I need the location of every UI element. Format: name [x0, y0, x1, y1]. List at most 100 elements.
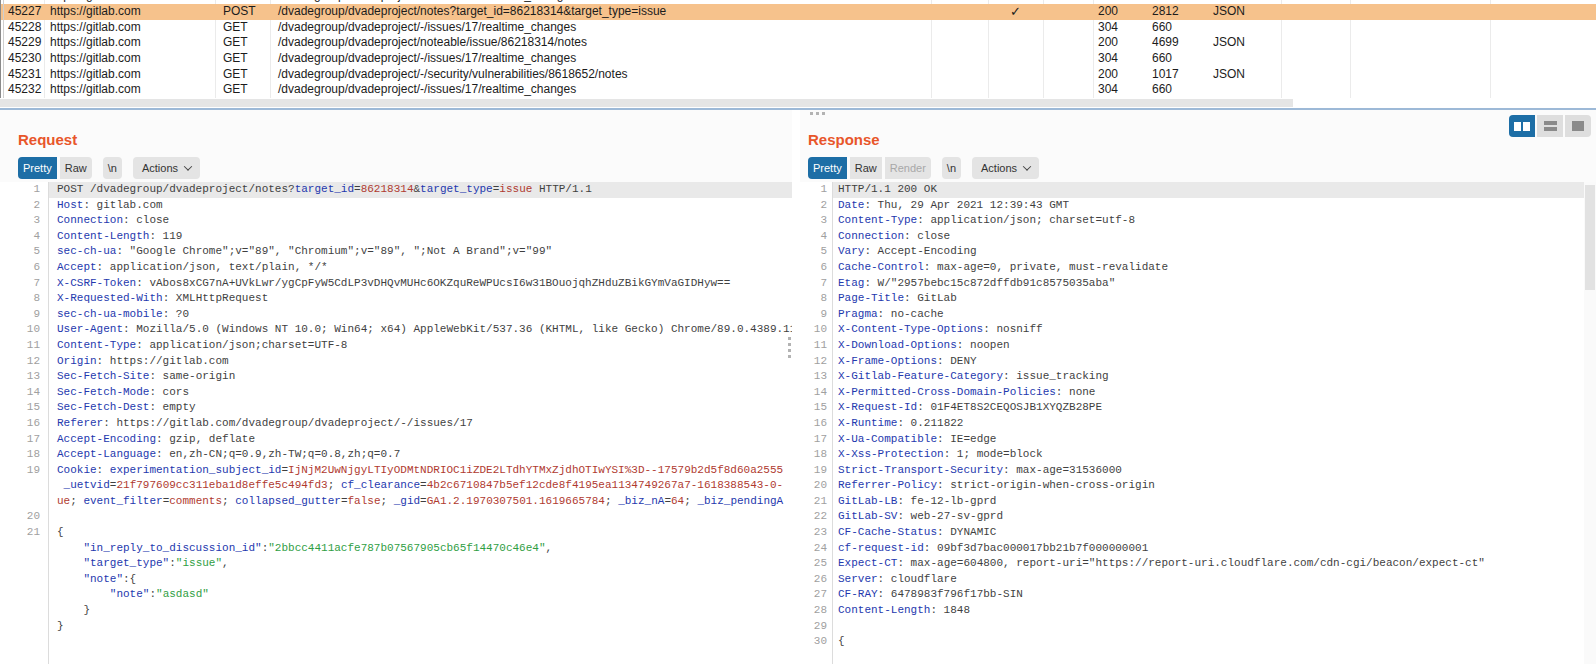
code-row: 21GitLab-LB: fe-12-lb-gprd: [800, 494, 1596, 510]
cell-length: 660: [1152, 20, 1172, 36]
cell-method: GET: [223, 20, 248, 36]
cell-id: 45229: [8, 35, 41, 51]
table-row[interactable]: 45227https://gitlab.comPOST/dvadegroup/d…: [0, 4, 1596, 20]
code-text: _uetvid=21f797609cc311eba1d8effe5c494fd3…: [57, 478, 783, 494]
table-row[interactable]: 45228https://gitlab.comGET/dvadegroup/dv…: [0, 20, 1596, 36]
response-tab-render[interactable]: Render: [885, 157, 931, 179]
cell-url: /dvadegroup/dvadeproject/notes?target_id…: [278, 4, 666, 20]
line-number: 1: [0, 182, 40, 198]
code-text: GitLab-LB: fe-12-lb-gprd: [838, 494, 996, 510]
code-text: "note":"asdasd": [57, 587, 209, 603]
line-number: 6: [0, 260, 40, 276]
code-text: X-Runtime: 0.211822: [838, 416, 963, 432]
splitter-drag-handle[interactable]: [810, 112, 830, 116]
cell-mime: JSON: [1213, 35, 1245, 51]
code-row: "note":"asdasd": [0, 587, 792, 603]
cell-host: https://gitlab.com: [50, 67, 141, 83]
cell-mime: JSON: [1213, 4, 1245, 20]
code-text: Expect-CT: max-age=604800, report-uri="h…: [838, 556, 1485, 572]
line-number: 3: [0, 213, 40, 229]
code-row: 8Page-Title: GitLab: [800, 291, 1596, 307]
code-text: sec-ch-ua: "Google Chrome";v="89", "Chro…: [57, 244, 552, 260]
cell-status: 200: [1098, 67, 1118, 83]
code-text: Connection: close: [838, 229, 950, 245]
line-number: 1: [800, 182, 827, 198]
code-row: "target_type":"issue",: [0, 556, 792, 572]
table-row[interactable]: 45232https://gitlab.comGET/dvadegroup/dv…: [0, 82, 1596, 98]
code-text: X-Requested-With: XMLHttpRequest: [57, 291, 268, 307]
code-text: Sec-Fetch-Site: same-origin: [57, 369, 235, 385]
code-row: 13Sec-Fetch-Site: same-origin: [0, 369, 792, 385]
request-tab-pretty[interactable]: Pretty: [18, 157, 57, 179]
code-row: 1HTTP/1.1 200 OK: [800, 182, 1596, 198]
line-number: 5: [800, 244, 827, 260]
line-number: 28: [800, 603, 827, 619]
chevron-down-icon: [184, 162, 192, 170]
code-text: {: [57, 525, 64, 541]
response-tab-newline[interactable]: \n: [942, 157, 961, 179]
response-tab-pretty[interactable]: Pretty: [808, 157, 847, 179]
line-number: 14: [0, 385, 40, 401]
table-row[interactable]: 45230https://gitlab.comGET/dvadegroup/dv…: [0, 51, 1596, 67]
layout-rows-button[interactable]: [1537, 115, 1563, 137]
code-text: Content-Type: application/json;charset=U…: [57, 338, 347, 354]
code-text: Etag: W/"2957bebc15c872dffdb91c8575035ab…: [838, 276, 1115, 292]
cell-url: /dvadegroup/dvadeproject/noteable/issue/…: [278, 35, 587, 51]
request-editor[interactable]: 1 POST /dvadegroup/dvadeproject/notes?tar…: [0, 182, 792, 664]
cell-url: /dvadegroup/dvadeproject/-/issues/17/rea…: [278, 20, 576, 36]
code-row: 10User-Agent: Mozilla/5.0 (Windows NT 10…: [0, 322, 792, 338]
code-row: 2Date: Thu, 29 Apr 2021 12:39:43 GMT: [800, 198, 1596, 214]
code-row: 15X-Request-Id: 01F4ET8S2CEQOSJB1XYQZB28…: [800, 400, 1596, 416]
line-number: 12: [800, 354, 827, 370]
request-actions-label: Actions: [142, 157, 178, 179]
request-tab-newline[interactable]: \n: [103, 157, 122, 179]
table-row[interactable]: 45229https://gitlab.comGET/dvadegroup/dv…: [0, 35, 1596, 51]
cell-method: POST: [223, 4, 256, 20]
code-text: Referer: https://gitlab.com/dvadegroup/d…: [57, 416, 473, 432]
layout-single-button[interactable]: [1565, 115, 1591, 137]
request-tab-raw[interactable]: Raw: [60, 157, 92, 179]
code-row: 28Content-Length: 1848: [800, 603, 1596, 619]
chevron-down-icon: [1023, 162, 1031, 170]
code-row: 1 POST /dvadegroup/dvadeproject/notes?tar…: [0, 182, 792, 198]
request-actions-button[interactable]: Actions: [133, 157, 200, 179]
line-number: 30: [800, 634, 827, 650]
line-number: 4: [800, 229, 827, 245]
code-row: 16Referer: https://gitlab.com/dvadegroup…: [0, 416, 792, 432]
line-number: 27: [800, 587, 827, 603]
code-row: 29: [800, 619, 1596, 635]
table-horizontal-scrollbar[interactable]: [0, 98, 1596, 108]
response-tab-raw[interactable]: Raw: [850, 157, 882, 179]
code-row: 21{: [0, 525, 792, 541]
code-text: CF-RAY: 6478983f796f17bb-SIN: [838, 587, 1023, 603]
layout-columns-button[interactable]: [1509, 115, 1535, 137]
line-number: 19: [0, 463, 40, 479]
line-number: 2: [800, 198, 827, 214]
code-row: 3Content-Type: application/json; charset…: [800, 213, 1596, 229]
line-number: 8: [800, 291, 827, 307]
line-number: 11: [800, 338, 827, 354]
code-row: 20: [0, 509, 792, 525]
code-row: 9Pragma: no-cache: [800, 307, 1596, 323]
response-actions-button[interactable]: Actions: [972, 157, 1039, 179]
code-row: 14X-Permitted-Cross-Domain-Policies: non…: [800, 385, 1596, 401]
line-number: 7: [0, 276, 40, 292]
line-number: 4: [0, 229, 40, 245]
table-row[interactable]: 45231https://gitlab.comGET/dvadegroup/dv…: [0, 67, 1596, 83]
scrollbar-thumb[interactable]: [1585, 185, 1595, 290]
scrollbar-thumb[interactable]: [0, 99, 1293, 107]
code-text: User-Agent: Mozilla/5.0 (Windows NT 10.0…: [57, 322, 792, 338]
code-text: POST /dvadegroup/dvadeproject/notes?targ…: [57, 182, 592, 198]
code-text: X-Download-Options: noopen: [838, 338, 1010, 354]
panel-splitter-drag-handle[interactable]: [788, 337, 791, 359]
cell-status: 304: [1098, 20, 1118, 36]
response-vertical-scrollbar[interactable]: [1584, 182, 1596, 664]
code-row: 17Accept-Encoding: gzip, deflate: [0, 432, 792, 448]
line-number: 29: [800, 619, 827, 635]
code-text: ue; event_filter=comments; collapsed_gut…: [57, 494, 783, 510]
line-number: 25: [800, 556, 827, 572]
code-text: Accept-Language: en,zh-CN;q=0.9,zh-TW;q=…: [57, 447, 400, 463]
code-row: 3Connection: close: [0, 213, 792, 229]
cell-url: /dvadegroup/dvadeproject/-/issues/17/rea…: [278, 82, 576, 98]
response-editor[interactable]: 1HTTP/1.1 200 OK2Date: Thu, 29 Apr 2021 …: [800, 182, 1596, 664]
